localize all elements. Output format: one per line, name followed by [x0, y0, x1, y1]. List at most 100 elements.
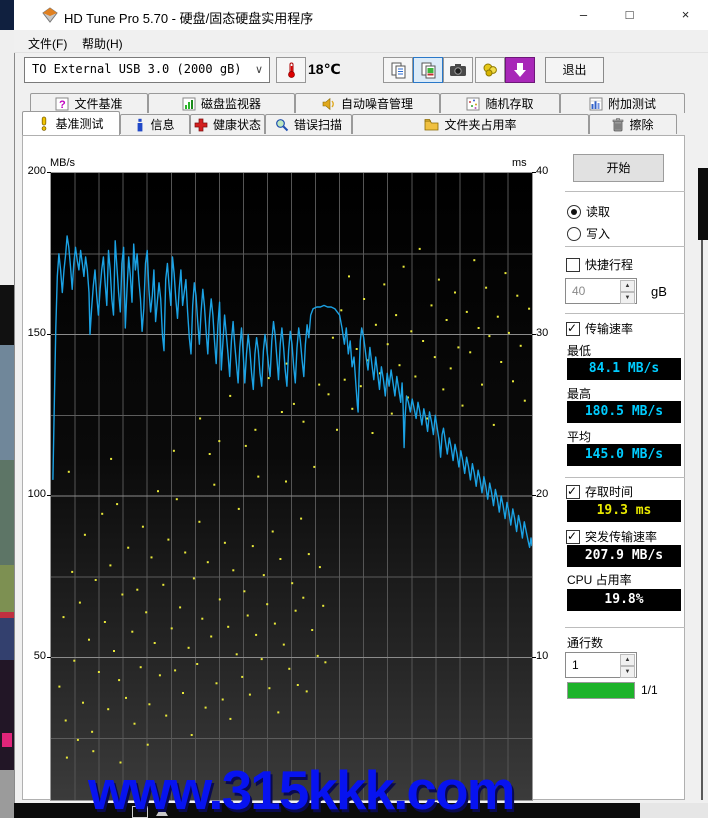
tab-health[interactable]: 健康状态 — [190, 114, 265, 134]
copy-text-button[interactable] — [383, 57, 413, 83]
tab-folder-usage[interactable]: 文件夹占用率 — [352, 114, 589, 134]
temperature-value: 18℃ — [308, 61, 341, 77]
tab-error-scan[interactable]: 错误扫描 — [265, 114, 352, 134]
tab-aam[interactable]: 自动噪音管理 — [295, 93, 440, 113]
tab-benchmark[interactable]: 基准测试 — [22, 111, 120, 135]
chevron-down-icon: ∨ — [254, 64, 263, 76]
download-arrow-icon — [513, 62, 527, 78]
tick-mark — [532, 656, 536, 658]
desktop-fragment — [0, 660, 14, 770]
copy-image-icon — [420, 62, 437, 79]
y-left-tick-200: 200 — [27, 165, 46, 177]
tab-file-benchmark[interactable]: ? 文件基准 — [30, 93, 148, 113]
minimize-button[interactable]: – — [561, 0, 606, 30]
spin-up-icon[interactable]: ▲ — [620, 280, 635, 292]
spinner-buttons[interactable]: ▲ ▼ — [620, 654, 635, 678]
title-bar[interactable]: HD Tune Pro 5.70 - 硬盘/固态硬盘实用程序 – □ × — [14, 0, 708, 30]
copy-image-button[interactable] — [413, 57, 443, 83]
tab-label: 文件夹占用率 — [444, 118, 517, 132]
temperature-button[interactable] — [276, 57, 306, 83]
window-title: HD Tune Pro 5.70 - 硬盘/固态硬盘实用程序 — [64, 11, 314, 26]
access-time-row[interactable]: 存取时间 — [566, 483, 633, 500]
y-right-tick-40: 40 — [536, 165, 549, 177]
burst-rate-label: 突发传输速率 — [585, 530, 658, 544]
avg-label: 平均 — [567, 430, 592, 444]
tab-extra-tests[interactable]: 附加测试 — [560, 93, 685, 113]
short-stroke-row[interactable]: 快捷行程 — [566, 256, 633, 273]
tick-mark — [47, 333, 51, 335]
short-stroke-spinner[interactable]: 40 ▲ ▼ — [565, 278, 637, 304]
write-radio-row[interactable]: 写入 — [567, 225, 610, 242]
tab-label: 文件基准 — [74, 97, 123, 111]
y-left-tick-150: 150 — [27, 326, 46, 339]
health-cross-icon — [194, 118, 208, 132]
chart-canvas — [51, 173, 532, 800]
file-benchmark-icon: ? — [55, 97, 69, 111]
tick-mark — [532, 495, 536, 496]
drive-select-value: TO External USB 3.0 (2000 gB) — [32, 62, 242, 76]
grid-lines — [51, 173, 532, 800]
spinner-buttons[interactable]: ▲ ▼ — [620, 280, 635, 304]
pass-count-spinner[interactable]: 1 ▲ ▼ — [565, 652, 637, 678]
screen: HD Tune Pro 5.70 - 硬盘/固态硬盘实用程序 – □ × 文件(… — [0, 0, 708, 818]
pass-count-value: 1 — [572, 658, 579, 672]
save-results-button[interactable] — [505, 57, 535, 83]
pass-progress-label: 1/1 — [641, 683, 658, 697]
tab-erase[interactable]: 擦除 — [589, 114, 677, 134]
close-button[interactable]: × — [663, 0, 708, 30]
exit-button[interactable]: 退出 — [545, 57, 604, 83]
disk-monitor-icon — [182, 97, 196, 111]
access-time-checkbox[interactable] — [566, 484, 580, 499]
separator — [565, 191, 685, 192]
transfer-rate-label: 传输速率 — [585, 322, 634, 336]
cpu-usage-value: 19.8% — [567, 589, 681, 611]
desktop-fragment — [0, 565, 14, 612]
tab-info[interactable]: 信息 — [120, 114, 190, 134]
progress-fill — [568, 683, 634, 698]
random-access-icon — [466, 97, 480, 111]
background-window-edge — [701, 240, 703, 800]
transfer-rate-checkbox[interactable] — [566, 321, 580, 336]
y-right-tick-20: 20 — [536, 488, 549, 500]
read-radio[interactable] — [567, 204, 581, 219]
menu-file[interactable]: 文件(F) — [22, 33, 73, 54]
svg-text:?: ? — [59, 99, 66, 111]
folder-icon — [424, 118, 439, 131]
pass-progress-bar — [567, 682, 635, 699]
tab-label: 健康状态 — [212, 118, 261, 132]
burst-rate-checkbox[interactable] — [566, 529, 580, 544]
short-stroke-unit: gB — [651, 284, 667, 299]
start-button[interactable]: 开始 — [573, 154, 664, 182]
tab-disk-monitor[interactable]: 磁盘监视器 — [148, 93, 295, 113]
transfer-rate-row[interactable]: 传输速率 — [566, 320, 633, 337]
tab-label: 自动噪音管理 — [340, 97, 413, 111]
screenshot-button[interactable] — [443, 57, 473, 83]
y-right-tick-30: 30 — [536, 326, 549, 339]
access-time-dots — [58, 247, 531, 764]
read-radio-label: 读取 — [586, 205, 611, 219]
tab-random-access[interactable]: 随机存取 — [440, 93, 560, 113]
desktop-fragment — [0, 0, 14, 30]
magnifier-icon — [275, 118, 289, 132]
burst-rate-row[interactable]: 突发传输速率 — [566, 528, 657, 545]
extra-tests-icon — [589, 97, 603, 111]
maximize-button[interactable]: □ — [607, 0, 652, 30]
min-label: 最低 — [567, 344, 592, 358]
short-stroke-checkbox[interactable] — [566, 257, 580, 272]
spin-down-icon[interactable]: ▼ — [620, 666, 635, 678]
gold-button[interactable] — [475, 57, 505, 83]
y-right-tick-10: 10 — [536, 649, 549, 662]
menu-help[interactable]: 帮助(H) — [76, 33, 129, 54]
benchmark-icon — [38, 116, 50, 131]
spin-down-icon[interactable]: ▼ — [620, 292, 635, 304]
copy-text-icon — [390, 62, 407, 79]
desktop-fragment — [2, 733, 12, 747]
thermometer-icon — [285, 61, 297, 79]
write-radio[interactable] — [567, 226, 581, 241]
desktop-fragment — [0, 285, 14, 345]
info-icon — [135, 118, 145, 132]
tick-mark — [47, 172, 51, 173]
read-radio-row[interactable]: 读取 — [567, 203, 610, 220]
drive-select[interactable]: TO External USB 3.0 (2000 gB) ∨ — [24, 57, 270, 83]
spin-up-icon[interactable]: ▲ — [620, 654, 635, 666]
